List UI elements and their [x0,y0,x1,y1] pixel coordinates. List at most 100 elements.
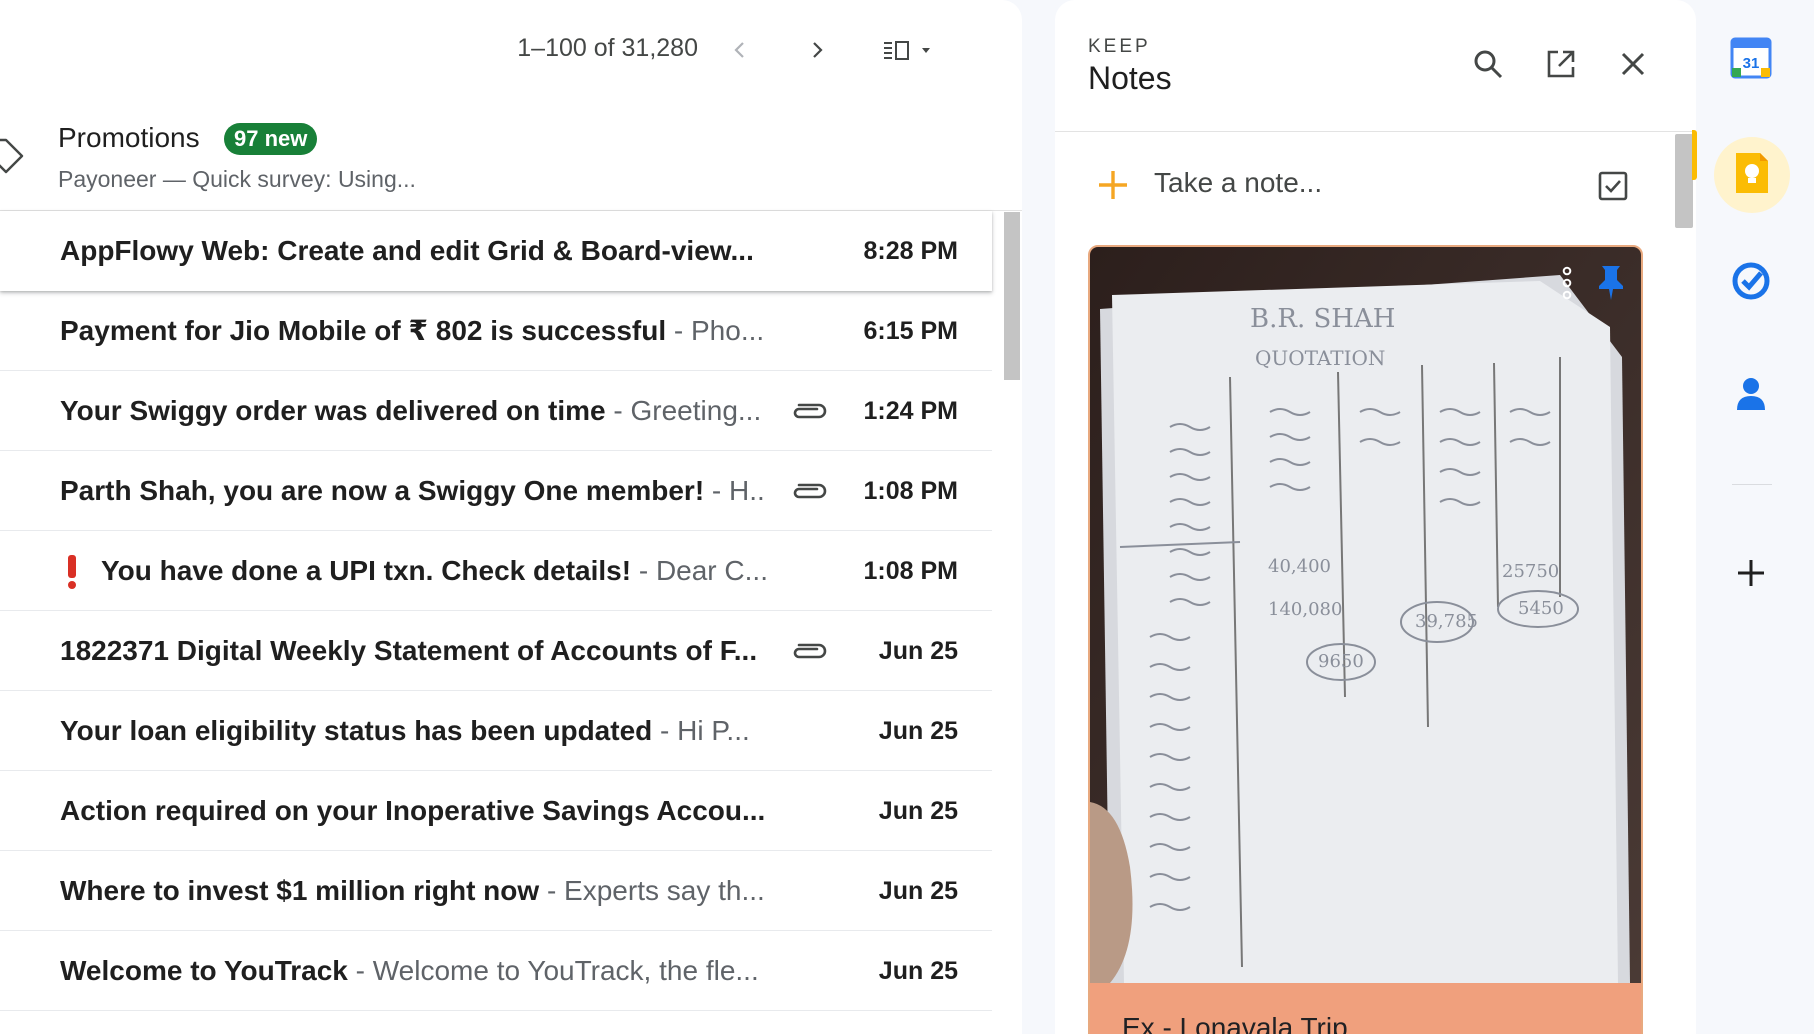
close-panel-button[interactable] [1611,44,1655,88]
close-icon [1618,49,1648,84]
email-date: Jun 25 [878,717,958,745]
photo-text-6: 9650 [1318,651,1364,672]
email-snippet: - Welcome to YouTrack, the fle... [347,955,759,986]
take-a-note-input[interactable]: Take a note... [1154,167,1322,199]
photo-text-sub: QUOTATION [1255,346,1385,370]
keep-scrollbar-thumb[interactable] [1675,134,1693,228]
note-card[interactable]: B.R. SHAH QUOTATION 40,400 140,080 39,78… [1088,245,1643,1034]
new-list-checkbox-icon[interactable] [1597,170,1629,207]
email-date: Jun 25 [878,957,958,985]
newer-page-button[interactable] [795,28,839,72]
photo-text-4: 25750 [1502,561,1559,582]
email-snippet: - Dear C... [631,555,768,586]
email-subject-line: Payment for Jio Mobile of ₹ 802 is succe… [60,291,776,371]
contacts-icon [1735,376,1767,417]
chevron-right-icon [805,38,829,62]
email-date: 1:08 PM [863,557,958,585]
photo-text-5: 5450 [1518,598,1564,619]
note-title: Ex - Lonavala Trip [1122,1012,1348,1034]
email-snippet: - H.. [704,475,765,506]
email-subject-line: Action required on your Inoperative Savi… [60,771,776,851]
email-subject-line: You have done a UPI txn. Check details! … [101,531,777,611]
mail-panel: 1–100 of 31,280 Promotions 97 new Payone… [0,0,1022,1034]
email-subject-line: Your Swiggy order was delivered on time … [60,371,776,451]
keep-side-panel: KEEP Notes Take a note... B.R. SHAH QUOT… [1055,0,1696,1034]
chevron-left-icon [728,38,752,62]
email-date: 8:28 PM [863,237,958,265]
calendar-day: 31 [1743,55,1760,72]
email-subject-line: 1822371 Digital Weekly Statement of Acco… [60,611,776,691]
tag-icon [0,136,26,181]
search-icon [1471,47,1505,86]
more-vert-icon[interactable] [1558,265,1576,306]
email-row[interactable]: Welcome to YouTrack - Welcome to YouTrac… [0,931,992,1011]
mail-scrollbar-thumb[interactable] [1004,212,1020,380]
email-subject: AppFlowy Web: Create and edit Grid & Boa… [60,235,754,266]
keep-search-button[interactable] [1466,44,1510,88]
email-snippet: - Experts say th... [539,875,765,906]
new-count-badge: 97 new [224,123,318,155]
email-snippet: - Pho... [666,315,765,346]
tasks-icon [1731,261,1771,306]
email-date: Jun 25 [878,637,958,665]
plus-icon[interactable] [1096,168,1130,207]
split-pane-toggle[interactable] [876,28,952,72]
keep-eyebrow: KEEP [1088,36,1151,57]
email-subject-line: Your loan eligibility status has been up… [60,691,776,771]
email-subject-line: Where to invest $1 million right now - E… [60,851,776,931]
email-date: Jun 25 [878,797,958,825]
calendar-app-button[interactable]: 31 [1716,25,1786,95]
email-subject: Payment for Jio Mobile of ₹ 802 is succe… [60,315,667,346]
older-page-button[interactable] [718,28,762,72]
pagination-text: 1–100 of 31,280 [517,34,698,62]
open-in-new-tab-button[interactable] [1539,44,1583,88]
contacts-app-button[interactable] [1716,361,1786,431]
keep-app-button[interactable] [1714,137,1790,213]
calendar-icon: 31 [1730,37,1772,84]
email-subject-line: AppFlowy Web: Create and edit Grid & Boa… [60,211,776,291]
side-rail: 31 [1692,0,1814,1034]
photo-text-3: 39,785 [1415,611,1478,632]
pin-icon[interactable] [1596,262,1626,307]
email-date: Jun 25 [878,877,958,905]
email-subject: Your Swiggy order was delivered on time [60,395,606,426]
email-row[interactable]: 1822371 Digital Weekly Statement of Acco… [0,611,992,691]
promotions-title: Promotions [58,122,200,153]
exclamation-icon [66,555,78,589]
promotions-category-row[interactable] [0,104,1022,211]
email-row[interactable]: AppFlowy Web: Create and edit Grid & Boa… [0,211,992,291]
email-subject: 1822371 Digital Weekly Statement of Acco… [60,635,758,666]
note-photo: B.R. SHAH QUOTATION 40,400 140,080 39,78… [1090,247,1641,983]
get-addons-button[interactable] [1716,540,1786,610]
active-app-indicator [1692,130,1697,180]
email-row[interactable]: Payment for Jio Mobile of ₹ 802 is succe… [0,291,992,371]
keep-icon [1734,151,1770,200]
email-snippet: - Greeting... [605,395,762,426]
email-row[interactable]: Parth Shah, you are now a Swiggy One mem… [0,451,992,531]
email-list: AppFlowy Web: Create and edit Grid & Boa… [0,211,992,1011]
split-pane-icon [882,38,946,62]
email-snippet: - Hi P... [652,715,750,746]
promotions-preview: Payoneer — Quick survey: Using... [58,166,416,192]
email-date: 1:24 PM [863,397,958,425]
attachment-icon [791,397,827,430]
email-row[interactable]: You have done a UPI txn. Check details! … [0,531,992,611]
email-subject-line: Parth Shah, you are now a Swiggy One mem… [60,451,776,531]
photo-text-2: 140,080 [1268,599,1342,620]
email-date: 6:15 PM [863,317,958,345]
photo-text-1: 40,400 [1268,556,1331,577]
email-subject: Parth Shah, you are now a Swiggy One mem… [60,475,705,506]
email-row[interactable]: Where to invest $1 million right now - E… [0,851,992,931]
email-row[interactable]: Action required on your Inoperative Savi… [0,771,992,851]
email-subject: Action required on your Inoperative Savi… [60,795,766,826]
attachment-icon [791,477,827,510]
email-subject: Welcome to YouTrack [60,955,348,986]
keep-header-divider [1055,131,1696,132]
attachment-icon [791,637,827,670]
email-row[interactable]: Your Swiggy order was delivered on time … [0,371,992,451]
mail-toolbar: 1–100 of 31,280 [0,0,1022,104]
open-in-new-icon [1544,47,1578,86]
keep-title: Notes [1088,60,1172,96]
tasks-app-button[interactable] [1716,248,1786,318]
email-row[interactable]: Your loan eligibility status has been up… [0,691,992,771]
